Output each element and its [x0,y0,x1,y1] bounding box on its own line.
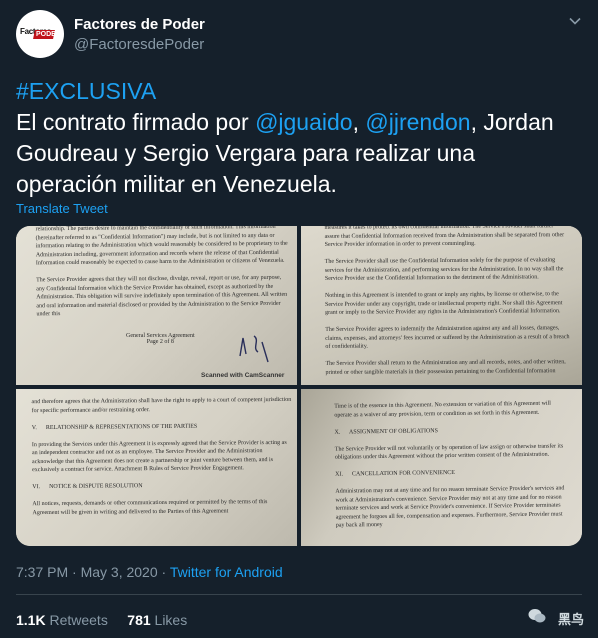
document-text: relationship. The parties desire to main… [35,226,289,318]
document-text: and therefore agrees that the Administra… [31,396,293,516]
wechat-icon [528,609,546,623]
media-photo-3[interactable]: and therefore agrees that the Administra… [16,389,297,546]
tweet-meta: 7:37 PM · May 3, 2020 · Twitter for Andr… [16,564,283,580]
avatar[interactable]: Factores PODER [16,10,64,58]
media-photo-2[interactable]: measures it takes to protect its own con… [301,226,582,385]
document-text: measures it takes to protect its own con… [324,226,572,376]
document-page: Time is of the essence in this Agreement… [301,389,582,546]
page-label: General Services Agreement Page 2 of 8 [126,333,195,345]
retweets-stat[interactable]: 1.1K Retweets [16,612,108,628]
camscanner-label: Scanned with CamScanner [201,372,285,379]
hashtag-link[interactable]: #EXCLUSIVA [16,78,156,104]
divider [16,594,582,595]
mention-link[interactable]: @jguaido [255,109,353,135]
chevron-down-icon[interactable] [568,14,582,28]
tweet-stats: 1.1K Retweets 781 Likes [16,612,187,628]
tweet-source-link[interactable]: Twitter for Android [170,564,283,580]
tweet-header: Factores PODER Factores de Poder @Factor… [16,10,582,60]
mention-link[interactable]: @jjrendon [365,109,470,135]
media-grid: relationship. The parties desire to main… [16,226,582,546]
signature-mark [239,335,269,363]
account-name[interactable]: Factores de Poder [74,16,205,33]
tweet-text-sep: , [352,109,366,135]
account-handle[interactable]: @FactoresdePoder [74,36,204,53]
document-text: Time is of the essence in this Agreement… [334,400,566,529]
tweet-text-part: El contrato firmado por [16,109,256,135]
tweet-text: #EXCLUSIVA El contrato firmado por @jgua… [16,76,582,200]
tweet-timestamp[interactable]: 7:37 PM · May 3, 2020 · [16,564,170,580]
avatar-logo-badge: PODER [33,30,61,39]
document-page: and therefore agrees that the Administra… [16,389,297,546]
media-photo-4[interactable]: Time is of the essence in this Agreement… [301,389,582,546]
document-page: relationship. The parties desire to main… [16,226,297,385]
document-page: measures it takes to protect its own con… [301,226,582,385]
likes-stat[interactable]: 781 Likes [127,612,187,628]
watermark-label: 黑鸟 [557,612,584,627]
translate-tweet-link[interactable]: Translate Tweet [16,201,108,216]
media-photo-1[interactable]: relationship. The parties desire to main… [16,226,297,385]
